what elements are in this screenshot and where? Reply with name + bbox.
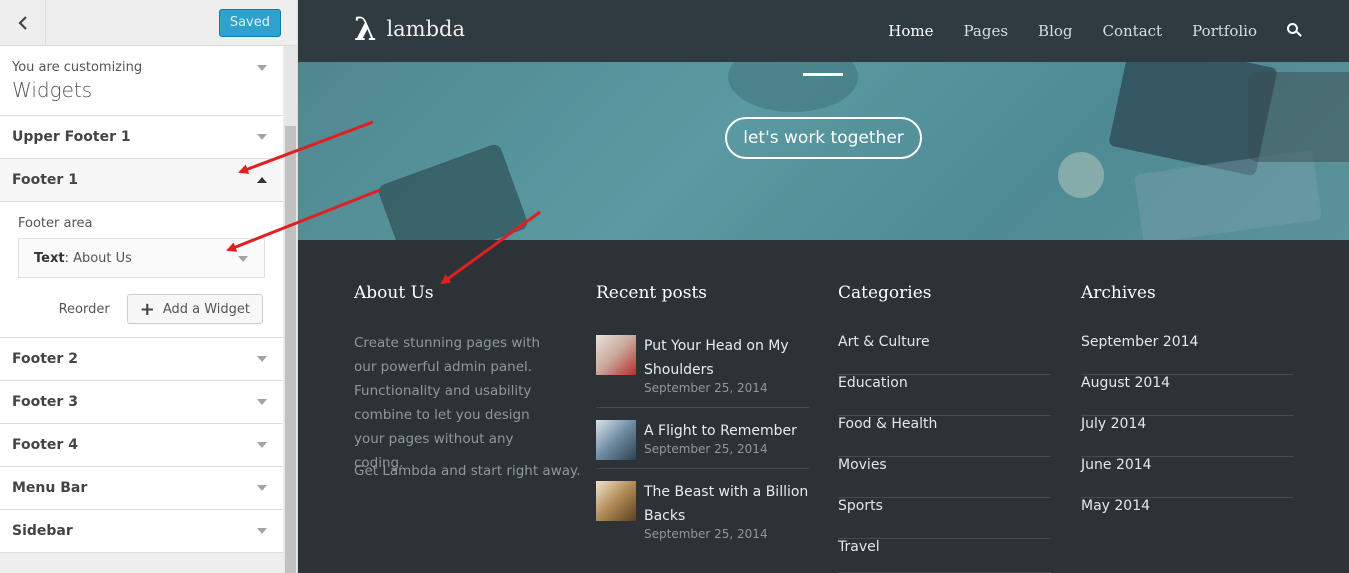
main-nav: Home Pages Blog Contact Portfolio [858, 0, 1303, 62]
hero-cta-button[interactable]: let's work together [725, 117, 922, 159]
category-link[interactable]: Food & Health [838, 416, 1051, 457]
post-date: September 25, 2014 [644, 381, 768, 395]
widget-title: : About Us [64, 250, 132, 266]
widget-type: Text [34, 250, 65, 266]
plus-icon: + [139, 298, 155, 320]
sunglasses-image [728, 62, 858, 112]
chevron-down-icon [257, 134, 267, 140]
post-thumbnail[interactable] [596, 335, 636, 375]
post-title[interactable]: A Flight to Remember [644, 419, 809, 443]
section-label: Upper Footer 1 [12, 129, 131, 145]
section-label: Footer 4 [12, 437, 78, 453]
coins-image [1058, 152, 1104, 198]
chevron-up-icon [257, 177, 267, 183]
section-menu-bar[interactable]: Menu Bar [0, 467, 283, 510]
recent-post-item[interactable]: Put Your Head on My Shoulders September … [596, 335, 809, 408]
cards-image [1134, 149, 1322, 240]
nav-item-blog[interactable]: Blog [1038, 22, 1072, 40]
category-link[interactable]: Movies [838, 457, 1051, 498]
widget-text-about-us[interactable]: Text : About Us [18, 238, 265, 278]
category-link[interactable]: Travel [838, 539, 1051, 573]
section-upper-footer-1[interactable]: Upper Footer 1 [0, 116, 283, 159]
section-label: Footer 3 [12, 394, 78, 410]
add-widget-label: Add a Widget [162, 301, 250, 317]
camera-image [376, 142, 530, 240]
customizer-header: Saved [0, 0, 297, 46]
chevron-left-icon [17, 15, 27, 30]
hero-banner: let's work together [298, 62, 1349, 240]
section-sidebar[interactable]: Sidebar [0, 510, 283, 553]
post-date: September 25, 2014 [644, 527, 768, 541]
archive-link[interactable]: September 2014 [1081, 334, 1294, 375]
footer-1-panel: Footer area Text : About Us Reorder + Ad… [0, 202, 283, 338]
site-footer: About Us Create stunning pages with our … [298, 240, 1349, 573]
nav-item-home[interactable]: Home [888, 22, 933, 40]
customizer-sidebar: Saved You are customizing Widgets Upper … [0, 0, 298, 573]
post-thumbnail[interactable] [596, 481, 636, 521]
chevron-down-icon [257, 528, 267, 534]
category-link[interactable]: Art & Culture [838, 334, 1051, 375]
chevron-down-icon [238, 256, 248, 262]
chevron-down-icon[interactable] [257, 65, 267, 71]
about-cta: Get Lambda and start right away. [354, 463, 581, 479]
archive-link[interactable]: August 2014 [1081, 375, 1294, 416]
wallet-image [1248, 72, 1349, 162]
nav-item-pages[interactable]: Pages [964, 22, 1009, 40]
chevron-down-icon [257, 485, 267, 491]
section-footer-4[interactable]: Footer 4 [0, 424, 283, 467]
archive-link[interactable]: July 2014 [1081, 416, 1294, 457]
back-button[interactable] [0, 0, 46, 45]
archive-link[interactable]: June 2014 [1081, 457, 1294, 498]
nav-item-portfolio[interactable]: Portfolio [1192, 22, 1257, 40]
site-navbar: λ lambda Home Pages Blog Contact Portfol… [298, 0, 1349, 62]
post-title[interactable]: The Beast with a Billion Backs [644, 480, 809, 528]
customizing-label: You are customizing [12, 60, 143, 75]
section-label: Footer 1 [12, 172, 78, 188]
site-preview: λ lambda Home Pages Blog Contact Portfol… [298, 0, 1349, 573]
post-thumbnail[interactable] [596, 420, 636, 460]
nav-item-contact[interactable]: Contact [1103, 22, 1163, 40]
add-widget-button[interactable]: + Add a Widget [126, 294, 263, 324]
scrollbar-thumb[interactable] [285, 126, 296, 573]
section-label: Menu Bar [12, 480, 88, 496]
category-link[interactable]: Education [838, 375, 1051, 416]
section-label: Sidebar [12, 523, 73, 539]
customizing-title: Widgets [12, 78, 93, 102]
post-title[interactable]: Put Your Head on My Shoulders [644, 334, 809, 382]
hero-divider [803, 73, 843, 76]
section-label: Footer 2 [12, 351, 78, 367]
chevron-down-icon [257, 356, 267, 362]
post-date: September 25, 2014 [644, 442, 768, 456]
site-name: lambda [386, 17, 465, 41]
recent-posts-title: Recent posts [596, 283, 708, 303]
category-link[interactable]: Sports [838, 498, 1051, 539]
section-footer-1[interactable]: Footer 1 [0, 159, 283, 202]
section-footer-2[interactable]: Footer 2 [0, 338, 283, 381]
widget-actions: Reorder + Add a Widget [59, 294, 263, 324]
reorder-link[interactable]: Reorder [59, 302, 110, 317]
recent-post-item[interactable]: A Flight to Remember September 25, 2014 [596, 420, 809, 469]
archive-link[interactable]: May 2014 [1081, 498, 1294, 539]
categories-title: Categories [838, 283, 932, 303]
lambda-logo-icon: λ [354, 10, 377, 48]
sidebar-scrollbar[interactable] [284, 46, 297, 573]
footer-area-label: Footer area [18, 216, 93, 231]
about-title: About Us [354, 283, 434, 303]
customizer-section-list: You are customizing Widgets Upper Footer… [0, 46, 283, 553]
recent-post-item[interactable]: The Beast with a Billion Backs September… [596, 481, 809, 551]
customizing-info: You are customizing Widgets [0, 46, 283, 116]
section-footer-3[interactable]: Footer 3 [0, 381, 283, 424]
chevron-down-icon [257, 442, 267, 448]
saved-button[interactable]: Saved [218, 9, 281, 37]
chevron-down-icon [257, 399, 267, 405]
site-logo[interactable]: λ lambda [354, 13, 465, 45]
archives-title: Archives [1081, 283, 1156, 303]
about-text: Create stunning pages with our powerful … [354, 335, 540, 471]
search-icon[interactable] [1287, 23, 1303, 39]
